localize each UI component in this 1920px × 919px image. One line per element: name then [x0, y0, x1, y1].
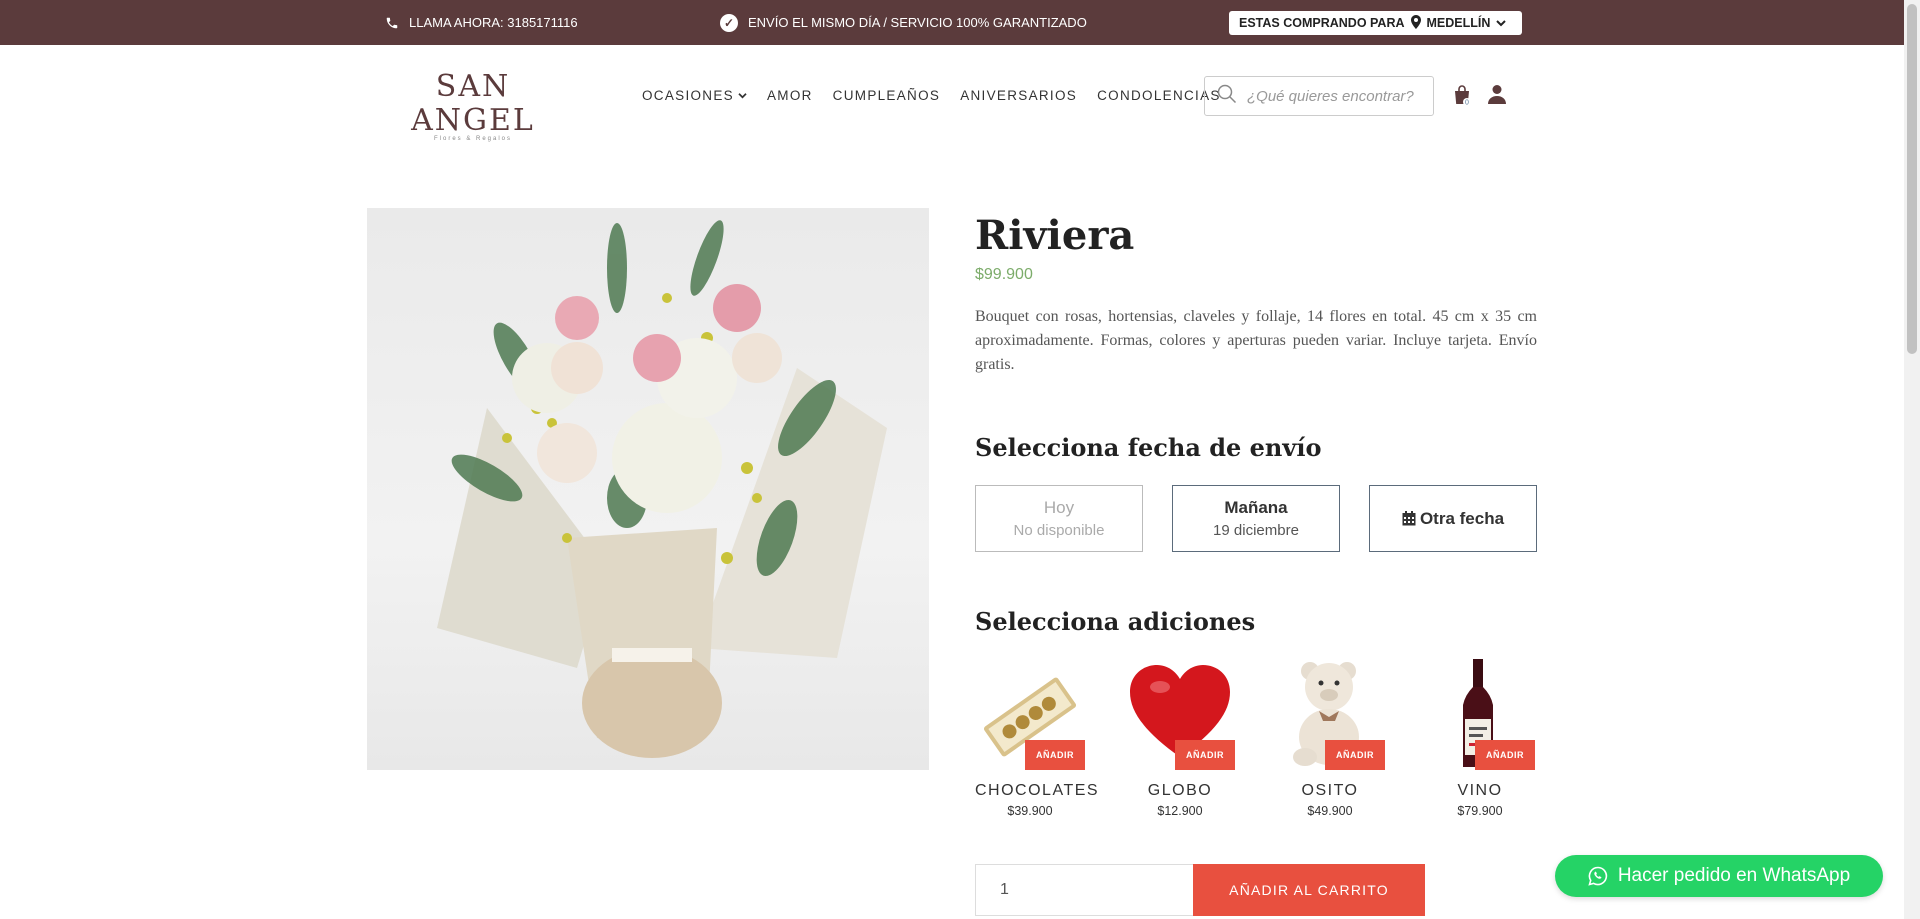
addon-image[interactable]: AÑADIR [1125, 657, 1235, 770]
addon-name: GLOBO [1147, 782, 1213, 799]
nav-item-aniversarios[interactable]: ANIVERSARIOS [960, 88, 1077, 103]
scrollbar-thumb[interactable] [1907, 4, 1917, 354]
user-icon [1488, 85, 1506, 104]
quantity-input[interactable]: 1 [975, 864, 1193, 916]
delivery-option-label: Hoy [1043, 498, 1075, 517]
page-scrollbar[interactable] [1904, 0, 1920, 919]
calendar-icon [1402, 511, 1416, 526]
search-box [1204, 76, 1434, 116]
account-button[interactable] [1488, 84, 1506, 109]
delivery-option-sub: 19 diciembre [1213, 522, 1299, 539]
delivery-option-label: Otra fecha [1419, 508, 1505, 528]
addon-price: $79.900 [1457, 804, 1503, 818]
addon-vino: AÑADIR VINO $79.900 [1425, 657, 1535, 818]
logo-text: SAN ANGEL [411, 69, 535, 138]
delivery-option-tomorrow[interactable]: Mañana 19 diciembre [1172, 485, 1340, 552]
delivery-option-sub: No disponible [1013, 522, 1105, 539]
city-selector[interactable]: ESTAS COMPRANDO PARA MEDELLÍN [1229, 11, 1522, 35]
addon-name: CHOCOLATES [975, 782, 1100, 799]
nav-item-cumpleanos[interactable]: CUMPLEAÑOS [833, 88, 941, 103]
addon-chocolates: AÑADIR CHOCOLATES $39.900 [975, 657, 1100, 818]
delivery-section-title: Selecciona fecha de envío [975, 433, 1322, 462]
nav-item-condolencias[interactable]: CONDOLENCIAS [1097, 88, 1221, 103]
chevron-down-icon [1496, 16, 1507, 30]
phone-icon [385, 16, 399, 30]
whatsapp-order-button[interactable]: Hacer pedido en WhatsApp [1555, 855, 1883, 897]
delivery-option-other-date[interactable]: Otra fecha [1369, 485, 1537, 552]
shopping-bag-icon: 0 [1455, 85, 1471, 107]
check-circle-icon: ✓ [720, 13, 738, 32]
location-pin-icon [1410, 14, 1421, 32]
addon-price: $39.900 [1007, 804, 1053, 818]
search-icon [1217, 84, 1237, 109]
call-now[interactable]: LLAMA AHORA: 3185171116 [385, 0, 578, 45]
search-input[interactable] [1247, 87, 1417, 105]
add-to-cart-button[interactable]: AÑADIR AL CARRITO [1193, 864, 1425, 916]
chevron-down-icon [738, 92, 747, 99]
addon-image[interactable]: AÑADIR [1425, 657, 1535, 770]
bouquet-illustration [437, 220, 887, 758]
product-image[interactable] [367, 208, 929, 770]
whatsapp-icon [1588, 866, 1607, 886]
whatsapp-label: Hacer pedido en WhatsApp [1617, 865, 1851, 886]
addons-section-title: Selecciona adiciones [975, 607, 1256, 636]
product-description: Bouquet con rosas, hortensias, claveles … [975, 308, 1537, 373]
city-name: MEDELLÍN [1426, 16, 1491, 30]
addon-globo: AÑADIR GLOBO $12.900 [1125, 657, 1235, 818]
top-bar: LLAMA AHORA: 3185171116 ✓ ENVÍO EL MISMO… [0, 0, 1904, 45]
addon-price: $12.900 [1157, 804, 1203, 818]
addon-price: $49.900 [1307, 804, 1353, 818]
call-now-text: LLAMA AHORA: 3185171116 [409, 15, 578, 30]
nav-item-amor[interactable]: AMOR [767, 88, 813, 103]
add-addon-button[interactable]: AÑADIR [1325, 740, 1385, 770]
buying-for-label: ESTAS COMPRANDO PARA [1239, 16, 1405, 30]
nav-item-ocasiones[interactable]: OCASIONES [642, 88, 747, 103]
nav-item-label: OCASIONES [642, 88, 734, 103]
cart-count: 0 [1465, 100, 1469, 107]
site-logo[interactable]: SAN ANGEL Flores & Regalos [388, 69, 558, 143]
shipping-notice: ✓ ENVÍO EL MISMO DÍA / SERVICIO 100% GAR… [720, 0, 1087, 45]
delivery-option-label: Mañana [1224, 498, 1288, 517]
cart-button[interactable]: 0 [1452, 85, 1472, 112]
add-addon-button[interactable]: AÑADIR [1025, 740, 1085, 770]
add-addon-button[interactable]: AÑADIR [1175, 740, 1235, 770]
main-nav: OCASIONES AMOR CUMPLEAÑOS ANIVERSARIOS C… [642, 88, 1221, 103]
addon-image[interactable]: AÑADIR [975, 657, 1085, 770]
product-title: Riviera [975, 212, 1135, 259]
shipping-text: ENVÍO EL MISMO DÍA / SERVICIO 100% GARAN… [748, 15, 1087, 30]
addon-name: VINO [1457, 782, 1503, 799]
addon-image[interactable]: AÑADIR [1275, 657, 1385, 770]
addon-name: OSITO [1301, 782, 1359, 799]
product-price: $99.900 [975, 266, 1033, 283]
addon-osito: AÑADIR OSITO $49.900 [1275, 657, 1385, 818]
add-addon-button[interactable]: AÑADIR [1475, 740, 1535, 770]
delivery-option-today[interactable]: Hoy No disponible [975, 485, 1143, 552]
